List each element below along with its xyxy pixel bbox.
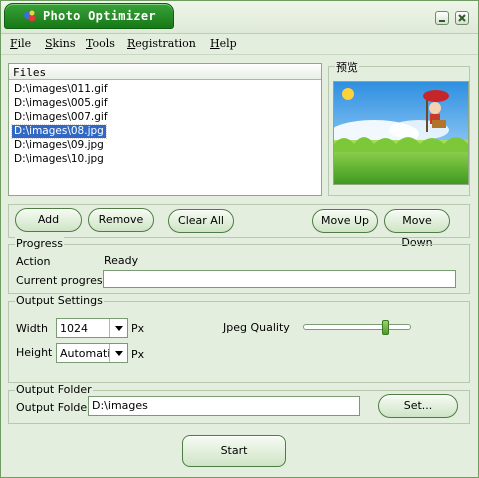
output-folder-label: Output Folder <box>16 401 92 414</box>
chevron-down-icon[interactable] <box>109 319 127 337</box>
minimize-button[interactable] <box>435 11 449 25</box>
move-up-button[interactable]: Move Up <box>312 209 378 233</box>
preview-label: 预览 <box>335 59 359 75</box>
width-select[interactable]: 1024 <box>56 318 128 338</box>
action-label: Action <box>16 255 51 268</box>
file-item[interactable]: D:\images\10.jpg <box>12 153 106 166</box>
menu-registration[interactable]: Registration <box>127 37 196 50</box>
current-progress-label: Current progress <box>16 274 109 287</box>
move-down-button[interactable]: Move Down <box>384 209 450 249</box>
jpeg-quality-slider-thumb[interactable] <box>381 320 389 335</box>
output-folder-field[interactable]: D:\images <box>88 396 360 416</box>
window-title: Photo Optimizer <box>43 9 156 23</box>
jpeg-quality-label: Jpeg Quality <box>223 321 290 334</box>
height-unit: Px <box>131 348 145 361</box>
file-item[interactable]: D:\images\011.gif <box>12 83 110 96</box>
remove-button[interactable]: Remove <box>88 208 154 232</box>
menu-file[interactable]: File <box>10 37 31 50</box>
add-button[interactable]: Add <box>15 208 82 232</box>
main-window: Photo Optimizer File Skins Tools Registr… <box>0 0 479 478</box>
files-column-header[interactable]: Files <box>9 64 321 80</box>
chevron-down-icon[interactable] <box>109 344 127 362</box>
clear-all-button[interactable]: Clear All <box>168 209 234 233</box>
menu-bar: File Skins Tools Registration Help <box>1 34 478 55</box>
title-tab: Photo Optimizer <box>4 3 174 29</box>
close-icon <box>458 14 466 22</box>
menu-tools[interactable]: Tools <box>86 37 115 50</box>
set-folder-button[interactable]: Set... <box>378 394 458 418</box>
height-label: Height <box>16 346 53 359</box>
file-item-selected[interactable]: D:\images\08.jpg <box>11 124 107 139</box>
file-item[interactable]: D:\images\09.jpg <box>12 139 106 152</box>
output-settings-group: Output Settings <box>8 294 470 383</box>
file-item[interactable]: D:\images\007.gif <box>12 111 110 124</box>
current-progress-field <box>103 270 456 288</box>
preview-image <box>333 81 469 185</box>
width-unit: Px <box>131 322 145 335</box>
menu-skins[interactable]: Skins <box>45 37 75 50</box>
file-item[interactable]: D:\images\005.gif <box>12 97 110 110</box>
output-folder-legend: Output Folder <box>15 383 93 396</box>
minimize-icon <box>439 20 445 22</box>
title-bar[interactable]: Photo Optimizer <box>1 1 478 34</box>
app-icon <box>24 10 36 22</box>
action-status: Ready <box>104 254 139 267</box>
height-select[interactable]: Automatic <box>56 343 128 363</box>
start-button[interactable]: Start <box>182 435 286 467</box>
progress-legend: Progress <box>15 237 64 250</box>
preview-picture <box>334 82 468 184</box>
menu-help[interactable]: Help <box>210 37 237 50</box>
width-label: Width <box>16 322 48 335</box>
preview-group: 预览 <box>328 59 470 196</box>
width-value: 1024 <box>60 322 88 335</box>
close-button[interactable] <box>455 11 469 25</box>
jpeg-quality-slider[interactable] <box>303 324 411 330</box>
output-settings-legend: Output Settings <box>15 294 104 307</box>
height-value: Automatic <box>60 347 109 360</box>
files-list[interactable]: Files D:\images\011.gif D:\images\005.gi… <box>8 63 322 196</box>
